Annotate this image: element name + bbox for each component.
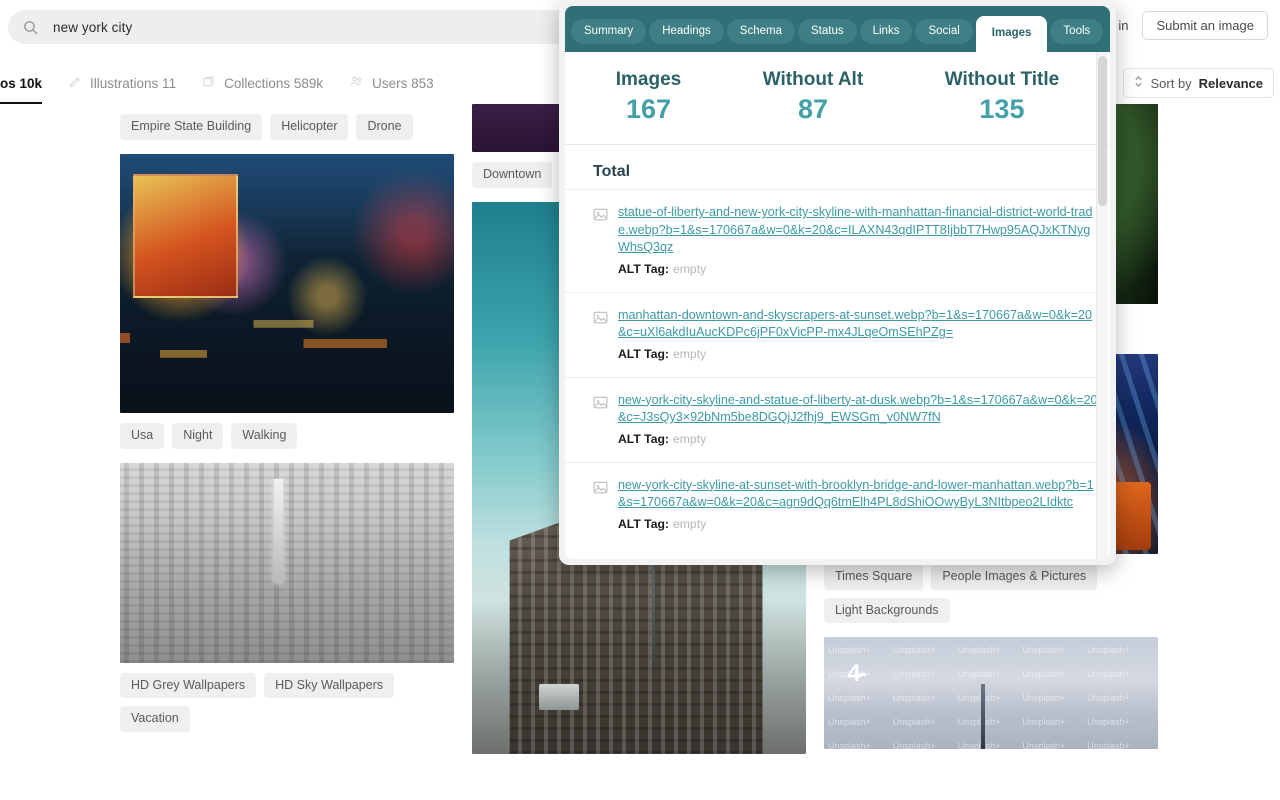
popup-tab-images[interactable]: Images bbox=[975, 15, 1048, 52]
popup-tab-social[interactable]: Social bbox=[915, 18, 973, 44]
tag-chip[interactable]: Empire State Building bbox=[120, 114, 263, 140]
tag-row: Times Square People Images & Pictures Li… bbox=[824, 563, 1158, 624]
popup-tab-status[interactable]: Status bbox=[797, 18, 857, 44]
alt-tag-key: ALT Tag: bbox=[618, 346, 669, 361]
sort-filter[interactable]: Sort by Relevance bbox=[1123, 68, 1274, 98]
tab-photos[interactable]: Photos 10k bbox=[0, 62, 43, 104]
seo-inspector-popup: Summary Headings Schema Status Links Soc… bbox=[559, 0, 1116, 565]
image-url-link[interactable]: statue-of-liberty-and-new-york-city-skyl… bbox=[618, 204, 1098, 257]
image-list-item: new-york-city-skyline-and-statue-of-libe… bbox=[565, 376, 1110, 462]
image-placeholder-icon bbox=[593, 310, 608, 325]
stat-without-alt-value: 87 bbox=[797, 93, 828, 124]
stat-images-label: Images bbox=[615, 69, 682, 90]
stat-without-title-label: Without Title bbox=[944, 69, 1060, 90]
image-item-body: new-york-city-skyline-at-sunset-with-bro… bbox=[618, 477, 1098, 533]
users-icon bbox=[349, 74, 364, 92]
alt-tag-value: empty bbox=[673, 431, 707, 446]
header-actions: Log in Submit an image bbox=[1093, 11, 1268, 40]
tag-chip[interactable]: Helicopter bbox=[270, 114, 349, 140]
tag-chip[interactable]: Vacation bbox=[120, 706, 190, 732]
tag-row: Usa Night Walking bbox=[120, 422, 454, 449]
image-placeholder-icon bbox=[593, 480, 608, 495]
popup-scrollbar-thumb[interactable] bbox=[1098, 56, 1107, 206]
image-item-body: new-york-city-skyline-and-statue-of-libe… bbox=[618, 392, 1098, 448]
popup-tab-summary[interactable]: Summary bbox=[571, 18, 647, 44]
tab-illustrations[interactable]: Illustrations 11 bbox=[68, 62, 176, 104]
image-url-link[interactable]: manhattan-downtown-and-skyscrapers-at-su… bbox=[618, 307, 1098, 342]
tag-chip[interactable]: Times Square bbox=[824, 563, 924, 590]
tab-users[interactable]: Users 853 bbox=[349, 62, 434, 104]
tag-chip[interactable]: People Images & Pictures bbox=[931, 563, 1098, 590]
street-sign-shape bbox=[538, 683, 579, 710]
images-list-scroll-area[interactable]: Total statue-of-liberty-and-new-york-cit… bbox=[565, 145, 1110, 559]
unsplash-plus-watermark: Unsplash+ Unsplash+ Unsplash+ Unsplash+ Unsp… bbox=[824, 637, 1158, 750]
unsplash-plus-logo: 4- bbox=[847, 659, 866, 687]
tab-illustrations-label: Illustrations 11 bbox=[90, 75, 177, 91]
photo-tile[interactable] bbox=[120, 153, 454, 413]
images-stats-row: Images 167 Without Alt 87 Without Title … bbox=[565, 52, 1110, 146]
popup-tab-schema[interactable]: Schema bbox=[726, 18, 795, 44]
stat-images: Images 167 bbox=[616, 68, 681, 126]
alt-tag-key: ALT Tag: bbox=[618, 261, 669, 276]
tag-chip[interactable]: Usa bbox=[120, 422, 165, 449]
tag-chip[interactable]: HD Sky Wallpapers bbox=[264, 672, 395, 699]
tab-collections-label: Collections 589k bbox=[224, 75, 324, 91]
image-item-body: statue-of-liberty-and-new-york-city-skyl… bbox=[618, 204, 1098, 277]
image-placeholder-icon bbox=[593, 207, 608, 222]
tag-chip[interactable]: Light Backgrounds bbox=[824, 597, 950, 624]
alt-tag-key: ALT Tag: bbox=[618, 516, 669, 531]
popup-tab-tools[interactable]: Tools bbox=[1050, 18, 1104, 44]
tag-row: HD Grey Wallpapers HD Sky Wallpapers Vac… bbox=[120, 672, 454, 732]
results-column-1: Empire State Building Helicopter Drone U… bbox=[120, 104, 454, 800]
tab-users-label: Users 853 bbox=[372, 75, 434, 91]
alt-tag-value: empty bbox=[673, 346, 707, 361]
tag-chip[interactable]: Drone bbox=[356, 114, 413, 140]
alt-tag-value: empty bbox=[673, 261, 707, 276]
popup-tabbar: Summary Headings Schema Status Links Soc… bbox=[565, 6, 1110, 52]
popup-scrollbar[interactable] bbox=[1096, 52, 1108, 559]
alt-tag-line: ALT Tag: empty bbox=[618, 262, 1098, 278]
popup-tab-links[interactable]: Links bbox=[859, 18, 913, 44]
popup-tabbar-wrap: Summary Headings Schema Status Links Soc… bbox=[559, 0, 1116, 52]
tower-shape bbox=[980, 684, 985, 750]
photo-tile[interactable]: Unsplash+ Unsplash+ Unsplash+ Unsplash+ Unsp… bbox=[824, 637, 1158, 750]
search-icon bbox=[22, 19, 39, 36]
alt-tag-line: ALT Tag: empty bbox=[618, 432, 1098, 448]
tag-chip[interactable]: Downtown bbox=[472, 162, 553, 188]
tag-chip[interactable]: Walking bbox=[231, 422, 298, 449]
tag-row: Empire State Building Helicopter Drone bbox=[120, 114, 454, 140]
tab-photos-label: Photos 10k bbox=[0, 75, 43, 91]
image-list-item: manhattan-downtown-and-skyscrapers-at-su… bbox=[565, 291, 1110, 377]
alt-tag-key: ALT Tag: bbox=[618, 431, 669, 446]
tab-collections[interactable]: Collections 589k bbox=[202, 62, 323, 104]
tag-chip[interactable]: HD Grey Wallpapers bbox=[120, 672, 257, 699]
sort-value-label: Relevance bbox=[1198, 75, 1263, 91]
stat-without-title: Without Title 135 bbox=[945, 68, 1060, 126]
search-input-value: new york city bbox=[53, 19, 133, 35]
submit-image-button[interactable]: Submit an image bbox=[1142, 11, 1268, 40]
image-url-link[interactable]: new-york-city-skyline-and-statue-of-libe… bbox=[618, 392, 1098, 427]
content-type-tabs: Photos 10k Illustrations 11 Collections … bbox=[0, 62, 434, 104]
alt-tag-line: ALT Tag: empty bbox=[618, 347, 1098, 363]
image-url-link[interactable]: new-york-city-skyline-at-sunset-with-bro… bbox=[618, 477, 1098, 512]
image-placeholder-icon bbox=[593, 395, 608, 410]
stat-without-title-value: 135 bbox=[979, 93, 1025, 124]
sort-updown-icon bbox=[1134, 75, 1143, 91]
pen-icon bbox=[68, 75, 82, 92]
sort-prefix-label: Sort by bbox=[1150, 75, 1192, 91]
collections-icon bbox=[202, 75, 216, 92]
photo-tile[interactable] bbox=[120, 462, 454, 663]
stat-without-alt-label: Without Alt bbox=[762, 69, 864, 90]
image-list-item: statue-of-liberty-and-new-york-city-skyl… bbox=[565, 189, 1110, 291]
stat-images-value: 167 bbox=[625, 93, 672, 124]
image-item-body: manhattan-downtown-and-skyscrapers-at-su… bbox=[618, 307, 1098, 363]
alt-tag-line: ALT Tag: empty bbox=[618, 517, 1098, 533]
stat-without-alt: Without Alt 87 bbox=[763, 68, 863, 126]
image-list-item: new-york-city-skyline-at-sunset-with-bro… bbox=[565, 461, 1110, 547]
section-title-total: Total bbox=[593, 163, 631, 181]
popup-tab-headings[interactable]: Headings bbox=[649, 18, 724, 44]
popup-panel-body: Images 167 Without Alt 87 Without Title … bbox=[565, 52, 1110, 559]
alt-tag-value: empty bbox=[673, 516, 707, 531]
tag-chip[interactable]: Night bbox=[172, 422, 224, 449]
